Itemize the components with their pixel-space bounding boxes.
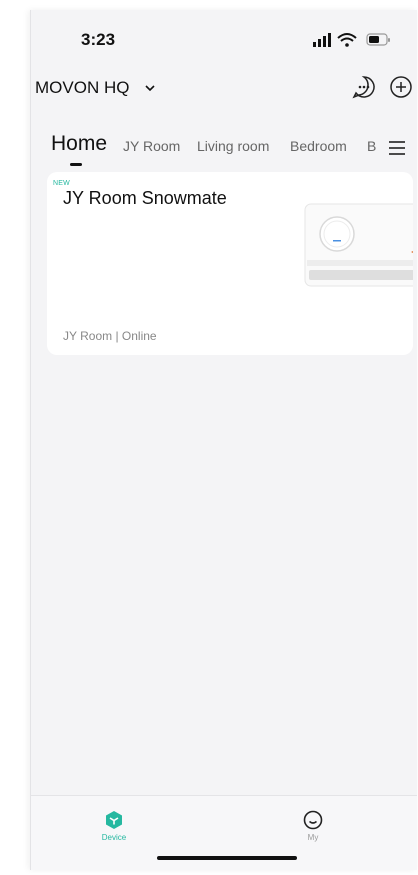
device-status: JY Room | Online <box>63 329 157 343</box>
bottom-nav: Device My <box>31 795 417 870</box>
top-bar: MOVON HQ <box>31 70 417 106</box>
chevron-down-icon <box>145 85 156 92</box>
status-bar: 3:23 <box>31 10 417 60</box>
home-selector[interactable]: MOVON HQ <box>35 78 157 98</box>
chat-icon[interactable] <box>351 74 377 100</box>
menu-icon[interactable] <box>388 140 406 156</box>
wifi-icon <box>337 33 357 47</box>
device-icon <box>106 811 122 829</box>
tab-b[interactable]: B <box>367 138 376 154</box>
tab-bedroom[interactable]: Bedroom <box>290 138 347 154</box>
room-tabs: Home JY Room Living room Bedroom B <box>31 130 417 170</box>
signal-icon <box>313 33 331 47</box>
nav-device[interactable]: Device <box>84 810 144 842</box>
status-icons <box>313 33 390 47</box>
nav-my[interactable]: My <box>283 810 343 842</box>
nav-device-label: Device <box>101 833 127 842</box>
tab-home[interactable]: Home <box>51 132 107 156</box>
home-indicator <box>157 856 297 860</box>
phone-frame: 3:23 MOVON HQ Home JY Room Living room B… <box>0 0 418 875</box>
nav-my-label: My <box>307 833 319 842</box>
tab-jy-room[interactable]: JY Room <box>123 138 180 154</box>
status-time: 3:23 <box>81 30 116 49</box>
device-name: JY Room Snowmate <box>63 188 227 208</box>
air-conditioner-image <box>304 203 413 287</box>
add-icon[interactable] <box>388 74 414 100</box>
home-name-label: MOVON HQ <box>35 78 130 97</box>
battery-icon <box>366 33 390 46</box>
new-badge: NEW <box>53 180 70 187</box>
device-card[interactable]: NEW JY Room Snowmate JY Room | Online <box>47 172 413 355</box>
tab-living-room[interactable]: Living room <box>197 138 269 154</box>
app-screen: 3:23 MOVON HQ Home JY Room Living room B… <box>30 10 417 870</box>
profile-smile-icon <box>303 810 323 830</box>
active-tab-indicator <box>70 163 82 166</box>
